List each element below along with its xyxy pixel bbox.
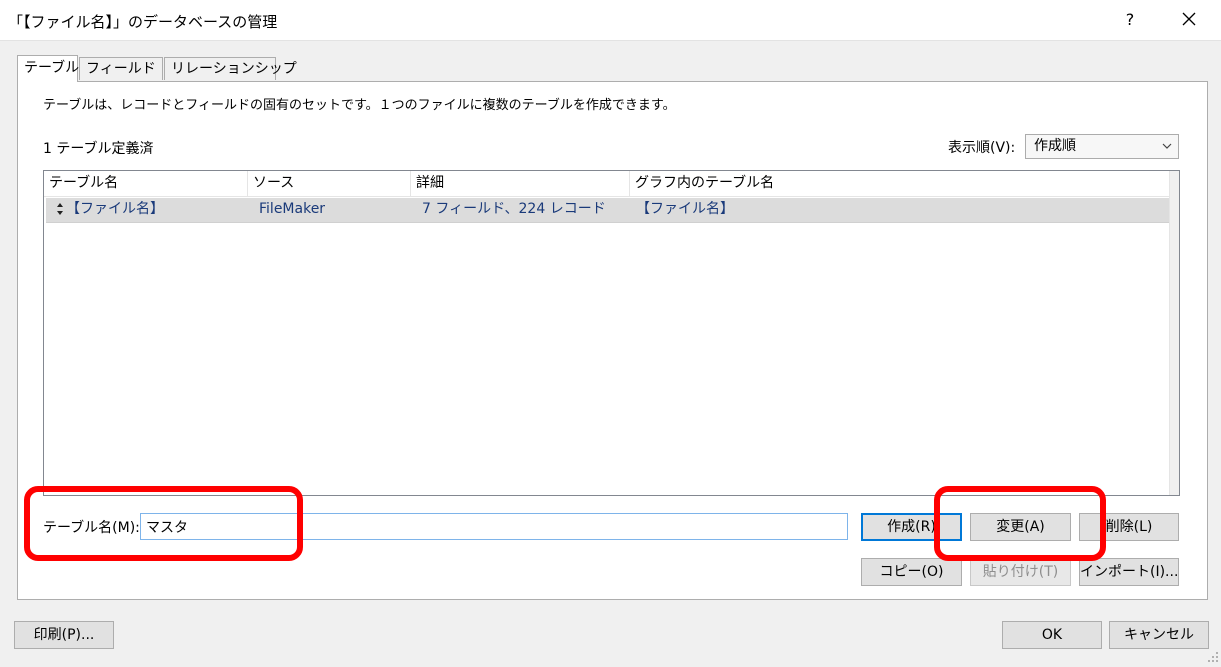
title-bar: 「【ファイル名】」のデータベースの管理 ? [0, 0, 1221, 41]
cancel-button[interactable]: キャンセル [1109, 621, 1209, 649]
close-icon[interactable] [1178, 6, 1200, 32]
row-table-name: 【ファイル名】 [66, 201, 164, 217]
tab-fields[interactable]: フィールド [79, 57, 163, 80]
table-name-input[interactable] [140, 513, 848, 540]
resize-grip-icon[interactable] [1207, 651, 1219, 663]
row-source: FileMaker [259, 201, 326, 217]
column-header-source[interactable]: ソース [248, 171, 411, 196]
chevron-down-icon [1162, 135, 1172, 164]
print-button[interactable]: 印刷(P)... [14, 621, 114, 649]
drag-handle-icon[interactable] [56, 203, 64, 217]
paste-button[interactable]: 貼り付け(T) [970, 558, 1071, 586]
column-header-graph-name[interactable]: グラフ内のテーブル名 [630, 171, 1170, 196]
ok-button[interactable]: OK [1002, 621, 1102, 649]
table-list-header: テーブル名 ソース 詳細 グラフ内のテーブル名 [44, 171, 1170, 197]
row-detail: 7 フィールド、224 レコード [422, 201, 606, 217]
tab-relationships[interactable]: リレーションシップ [164, 57, 297, 80]
copy-button[interactable]: コピー(O) [861, 558, 962, 586]
panel-description: テーブルは、レコードとフィールドの固有のセットです。１つのファイルに複数のテーブ… [43, 98, 676, 113]
row-graph-name: 【ファイル名】 [636, 201, 734, 217]
column-header-table-name[interactable]: テーブル名 [44, 171, 248, 196]
change-button[interactable]: 変更(A) [970, 513, 1071, 541]
column-header-detail[interactable]: 詳細 [411, 171, 630, 196]
tab-tables[interactable]: テーブル [17, 55, 79, 82]
sort-order-value: 作成順 [1034, 138, 1076, 154]
delete-button[interactable]: 削除(L) [1079, 513, 1179, 541]
table-list-scrollbar[interactable] [1169, 171, 1179, 495]
table-count-label: 1 テーブル定義済 [43, 141, 154, 157]
window-title: 「【ファイル名】」のデータベースの管理 [8, 13, 278, 31]
table-list[interactable]: テーブル名 ソース 詳細 グラフ内のテーブル名 【ファイル名】 FileMake… [43, 170, 1180, 496]
sort-order-label: 表示順(V): [948, 140, 1016, 156]
help-button[interactable]: ? [1120, 10, 1140, 29]
tables-panel: テーブルは、レコードとフィールドの固有のセットです。１つのファイルに複数のテーブ… [17, 81, 1208, 600]
create-button[interactable]: 作成(R) [861, 513, 962, 541]
sort-order-select[interactable]: 作成順 [1025, 134, 1179, 159]
import-button[interactable]: インポート(I)... [1079, 558, 1179, 586]
table-row[interactable]: 【ファイル名】 FileMaker 7 フィールド、224 レコード 【ファイル… [46, 198, 1176, 223]
table-name-label: テーブル名(M): [43, 520, 140, 536]
